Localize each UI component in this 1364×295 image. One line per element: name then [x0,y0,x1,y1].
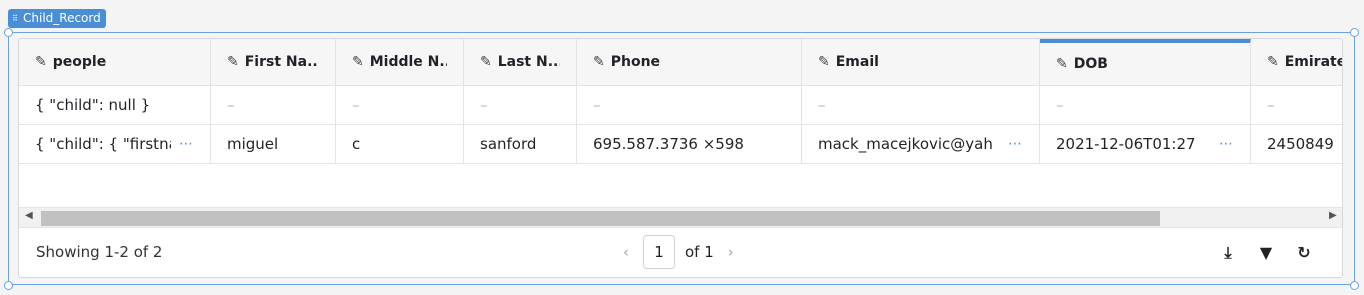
table-cell[interactable]: miguel [211,125,336,163]
pagination: ‹ 1 of 1 › [619,235,738,269]
table-cell[interactable]: – [211,86,336,124]
resize-handle-bottom-left[interactable] [4,281,13,290]
table-cell[interactable]: 2450849 [1251,125,1342,163]
widget-name-tag[interactable]: ⠿ Child_Record [8,9,106,28]
cell-text: – [352,96,360,114]
table-cell[interactable]: sanford [464,125,577,163]
more-icon[interactable]: ⋯ [1219,136,1234,152]
scrollbar-thumb[interactable] [41,211,1160,226]
table-cell[interactable]: – [1251,86,1342,124]
more-icon[interactable]: ⋯ [1008,136,1023,152]
chevron-right-icon[interactable]: › [724,243,738,261]
column-header-label: DOB [1073,56,1108,72]
cell-text: – [1267,96,1275,114]
table-cell[interactable]: mack_macejkovic@yah ⋯ [802,125,1040,163]
refresh-icon[interactable]: ↻ [1295,243,1313,263]
download-icon[interactable]: ⤓ [1219,243,1237,263]
column-header-label: Middle N... [369,54,447,70]
column-header-label: people [52,54,107,70]
column-header-middle-name[interactable]: ✎ Middle N... [336,39,464,85]
table-cell[interactable]: – [802,86,1040,124]
table-toolbar: ⤓ ▼ ↻ [1219,243,1313,263]
page-number-input[interactable]: 1 [643,235,675,269]
cell-text: mack_macejkovic@yah [818,135,993,153]
pencil-icon[interactable]: ✎ [480,54,492,70]
pencil-icon[interactable]: ✎ [227,54,239,70]
table-widget: ✎ people ✎ First Na... ✎ Middle N... ✎ L… [18,38,1343,278]
column-header-emirate[interactable]: ✎ Emirate [1251,39,1343,85]
widget-name-label: Child_Record [23,11,101,25]
table-cell[interactable]: 2021-12-06T01:27 ⋯ [1040,125,1251,163]
scroll-right-icon[interactable]: ▶ [1329,210,1337,221]
column-header-label: Phone [610,54,661,70]
column-header-last-name[interactable]: ✎ Last N... [464,39,577,85]
cell-text: { "child": null } [35,96,151,114]
table-grid: ✎ people ✎ First Na... ✎ Middle N... ✎ L… [19,39,1343,207]
table-cell[interactable]: – [1040,86,1251,124]
table-cell[interactable]: { "child": { "firstna ⋯ [19,125,211,163]
column-header-dob[interactable]: ✎ DOB [1040,39,1251,85]
column-header-label: Email [835,54,879,70]
cell-text: c [352,135,361,153]
pencil-icon[interactable]: ✎ [35,54,47,70]
cell-text: sanford [480,135,537,153]
table-cell[interactable]: – [577,86,802,124]
cell-text: – [227,96,235,114]
resize-handle-top-right[interactable] [1350,28,1359,37]
table-row[interactable]: { "child": { "firstna ⋯ miguel c sanford … [19,125,1342,164]
table-header-row: ✎ people ✎ First Na... ✎ Middle N... ✎ L… [19,39,1343,86]
column-header-label: Last N... [497,54,560,70]
cell-text: – [480,96,488,114]
table-row[interactable]: { "child": null } – – – – – – – [19,86,1342,125]
pencil-icon[interactable]: ✎ [593,54,605,70]
cell-text: – [818,96,826,114]
resize-handle-top-left[interactable] [4,28,13,37]
pencil-icon[interactable]: ✎ [1267,54,1279,70]
resize-handle-bottom-right[interactable] [1350,281,1359,290]
table-cell[interactable]: – [336,86,464,124]
column-header-people[interactable]: ✎ people [19,39,211,85]
table-cell[interactable]: { "child": null } [19,86,211,124]
cell-text: 695.587.3736 ×598 [593,135,744,153]
table-cell[interactable]: 695.587.3736 ×598 [577,125,802,163]
pencil-icon[interactable]: ✎ [818,54,830,70]
horizontal-scrollbar[interactable]: ◀ ▶ [19,207,1342,228]
table-cell[interactable]: c [336,125,464,163]
column-header-label: First Na... [244,54,319,70]
column-header-first-name[interactable]: ✎ First Na... [211,39,336,85]
cell-text: – [593,96,601,114]
chevron-left-icon[interactable]: ‹ [619,243,633,261]
pencil-icon[interactable]: ✎ [352,54,364,70]
scroll-left-icon[interactable]: ◀ [25,210,33,221]
column-header-label: Emirate [1284,54,1343,70]
table-footer: Showing 1-2 of 2 ‹ 1 of 1 › ⤓ ▼ ↻ [19,228,1342,277]
more-icon[interactable]: ⋯ [179,136,194,152]
table-cell[interactable]: – [464,86,577,124]
row-count-text: Showing 1-2 of 2 [36,243,163,261]
page-total-text: of 1 [685,243,714,261]
cell-text: miguel [227,135,279,153]
cell-text: 2021-12-06T01:27 [1056,135,1196,153]
drag-grip-icon[interactable]: ⠿ [12,14,19,23]
column-header-phone[interactable]: ✎ Phone [577,39,802,85]
cell-text: { "child": { "firstna [35,135,171,153]
cell-text: – [1056,96,1064,114]
column-header-email[interactable]: ✎ Email [802,39,1040,85]
pencil-icon[interactable]: ✎ [1056,56,1068,72]
filter-icon[interactable]: ▼ [1257,243,1275,263]
cell-text: 2450849 [1267,135,1334,153]
